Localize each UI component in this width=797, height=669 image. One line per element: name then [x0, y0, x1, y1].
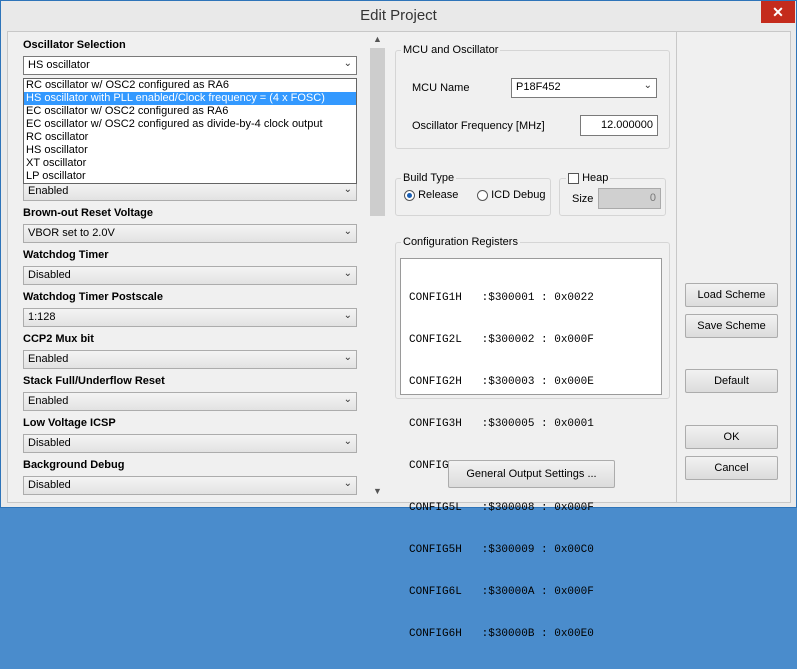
- background-debug-select[interactable]: Disabled ⌄: [23, 476, 357, 495]
- chevron-down-icon: ⌄: [643, 80, 652, 91]
- brownout-voltage-label: Brown-out Reset Voltage: [23, 207, 153, 219]
- settings-scrollbar[interactable]: ▲ ▼: [369, 32, 386, 502]
- select-value: VBOR set to 2.0V: [28, 227, 115, 239]
- oscillator-label: Oscillator Selection: [23, 39, 126, 51]
- general-output-settings-button[interactable]: General Output Settings ...: [448, 460, 615, 488]
- heap-size-input[interactable]: 0: [598, 188, 661, 209]
- dropdown-option-highlighted[interactable]: HS oscillator with PLL enabled/Clock fre…: [24, 92, 356, 105]
- select-value: Enabled: [28, 395, 69, 407]
- dropdown-option[interactable]: XT oscillator: [24, 157, 356, 170]
- select-value: Disabled: [28, 479, 71, 491]
- dropdown-option[interactable]: EC oscillator w/ OSC2 configured as RA6: [24, 105, 356, 118]
- config-register-row: CONFIG3H :$300005 : 0x0001: [409, 418, 594, 430]
- edit-project-window: Edit Project ✕ Oscillator Selection HS o…: [0, 0, 797, 640]
- chevron-down-icon: ⌄: [343, 478, 352, 489]
- heap-group: Heap Size 0: [559, 172, 666, 216]
- chevron-down-icon: ⌄: [343, 226, 352, 237]
- select-value: 1:128: [28, 311, 56, 323]
- watchdog-timer-select[interactable]: Disabled ⌄: [23, 266, 357, 285]
- mcu-oscillator-group: MCU and Oscillator MCU Name P18F452 ⌄ Os…: [395, 44, 670, 149]
- chevron-down-icon: ⌄: [343, 310, 352, 321]
- group-title: MCU and Oscillator: [401, 44, 501, 56]
- config-register-row: CONFIG5H :$300009 : 0x00C0: [409, 544, 594, 556]
- low-voltage-icsp-select[interactable]: Disabled ⌄: [23, 434, 357, 453]
- oscillator-frequency-input[interactable]: 12.000000: [580, 115, 658, 136]
- save-scheme-button[interactable]: Save Scheme: [685, 314, 778, 338]
- heap-size-label: Size: [572, 193, 594, 205]
- group-title: Configuration Registers: [401, 236, 520, 248]
- dropdown-option[interactable]: RC oscillator: [24, 131, 356, 144]
- window-title: Edit Project: [360, 7, 437, 24]
- close-button[interactable]: ✕: [761, 1, 795, 23]
- radio-label: ICD Debug: [491, 189, 546, 201]
- panel-divider: [676, 32, 677, 502]
- chevron-down-icon: ⌄: [343, 58, 352, 69]
- load-scheme-button[interactable]: Load Scheme: [685, 283, 778, 307]
- chevron-down-icon: ⌄: [343, 436, 352, 447]
- dropdown-option[interactable]: RC oscillator w/ OSC2 configured as RA6: [24, 79, 356, 92]
- dropdown-option[interactable]: HS oscillator: [24, 144, 356, 157]
- select-value: Enabled: [28, 353, 69, 365]
- oscillator-dropdown-list[interactable]: RC oscillator w/ OSC2 configured as RA6 …: [23, 78, 357, 184]
- dialog-client: Oscillator Selection HS oscillator ⌄ RC …: [7, 31, 791, 640]
- select-value: Disabled: [28, 437, 71, 449]
- icd-debug-radio[interactable]: ICD Debug: [477, 189, 545, 201]
- dropdown-option[interactable]: LP oscillator: [24, 170, 356, 183]
- select-value: Disabled: [28, 269, 71, 281]
- select-value: P18F452: [516, 81, 561, 93]
- config-register-row: CONFIG6L :$30000A : 0x000F: [409, 586, 594, 598]
- config-settings-panel: Oscillator Selection HS oscillator ⌄ RC …: [17, 36, 372, 502]
- configuration-registers-group: Configuration Registers CONFIG1H :$30000…: [395, 236, 670, 640]
- mcu-name-select[interactable]: P18F452 ⌄: [511, 78, 657, 98]
- scrollbar-thumb[interactable]: [370, 48, 385, 216]
- release-radio[interactable]: Release: [404, 189, 458, 201]
- radio-label: Release: [418, 189, 459, 201]
- ccp2-mux-select[interactable]: Enabled ⌄: [23, 350, 357, 369]
- chevron-down-icon: ⌄: [343, 184, 352, 195]
- config-register-row: CONFIG5L :$300008 : 0x000F: [409, 502, 594, 514]
- low-voltage-icsp-label: Low Voltage ICSP: [23, 417, 116, 429]
- ccp2-mux-label: CCP2 Mux bit: [23, 333, 94, 345]
- title-bar: Edit Project ✕: [1, 1, 796, 31]
- stack-reset-select[interactable]: Enabled ⌄: [23, 392, 357, 411]
- radio-selected-icon: [404, 189, 415, 201]
- select-value: Enabled: [28, 185, 69, 197]
- chevron-down-icon: ⌄: [343, 394, 352, 405]
- scroll-up-icon[interactable]: ▲: [369, 34, 386, 48]
- heap-checkbox[interactable]: Heap: [566, 172, 611, 184]
- brownout-voltage-select[interactable]: VBOR set to 2.0V ⌄: [23, 224, 357, 243]
- oscillator-select[interactable]: HS oscillator ⌄: [23, 56, 357, 75]
- config-register-row: CONFIG6H :$30000B : 0x00E0: [409, 628, 594, 640]
- watchdog-timer-label: Watchdog Timer: [23, 249, 109, 261]
- mcu-name-label: MCU Name: [412, 82, 470, 94]
- default-button[interactable]: Default: [685, 369, 778, 393]
- radio-empty-icon: [477, 189, 488, 201]
- watchdog-postscale-select[interactable]: 1:128 ⌄: [23, 308, 357, 327]
- group-title: Build Type: [401, 172, 457, 184]
- dropdown-option[interactable]: EC oscillator w/ OSC2 configured as divi…: [24, 118, 356, 131]
- config-register-row: CONFIG2L :$300002 : 0x000F: [409, 334, 594, 346]
- stack-reset-label: Stack Full/Underflow Reset: [23, 375, 165, 387]
- oscillator-frequency-label: Oscillator Frequency [MHz]: [412, 120, 545, 132]
- checkbox-icon: [568, 172, 579, 184]
- cancel-button[interactable]: Cancel: [685, 456, 778, 480]
- config-register-row: CONFIG2H :$300003 : 0x000E: [409, 376, 594, 388]
- scroll-down-icon[interactable]: ▼: [369, 486, 386, 500]
- watchdog-postscale-label: Watchdog Timer Postscale: [23, 291, 163, 303]
- chevron-down-icon: ⌄: [343, 268, 352, 279]
- config-register-row: CONFIG1H :$300001 : 0x0022: [409, 292, 594, 304]
- oscillator-value: HS oscillator: [28, 59, 90, 71]
- background-debug-label: Background Debug: [23, 459, 125, 471]
- chevron-down-icon: ⌄: [343, 352, 352, 363]
- config-registers-list[interactable]: CONFIG1H :$300001 : 0x0022 CONFIG2L :$30…: [400, 258, 662, 640]
- build-type-group: Build Type Release ICD Debug: [395, 172, 551, 216]
- partially-hidden-select[interactable]: Enabled ⌄: [23, 182, 357, 201]
- ok-button[interactable]: OK: [685, 425, 778, 449]
- checkbox-label: Heap: [582, 172, 609, 184]
